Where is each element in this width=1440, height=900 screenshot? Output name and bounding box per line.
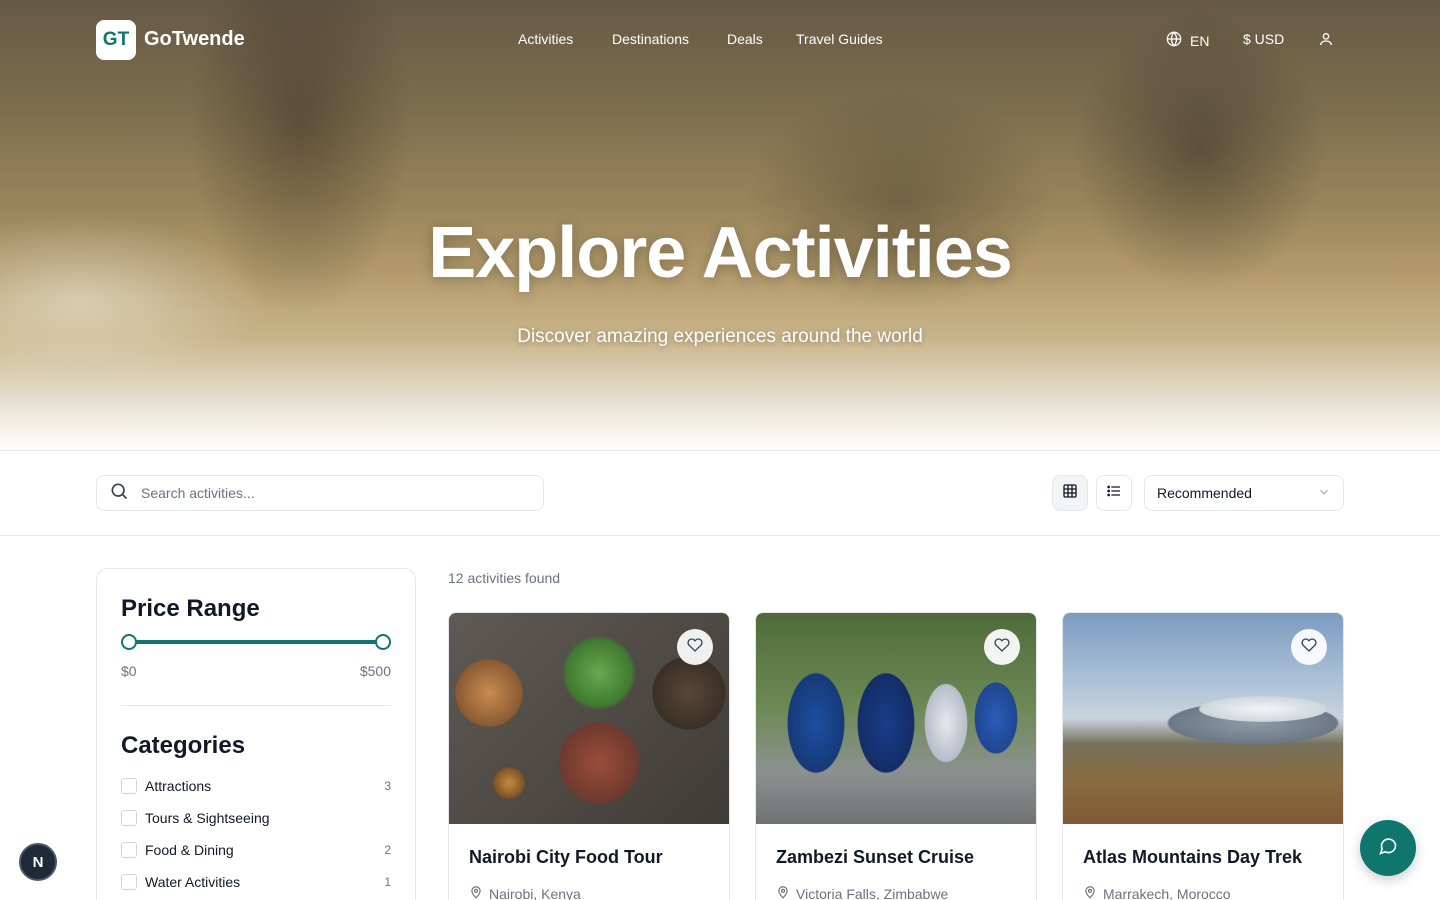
map-pin-icon [469,885,483,900]
category-checkbox[interactable] [121,778,137,794]
grid-view-icon [1062,483,1078,504]
category-item[interactable]: Water Activities 1 [121,872,391,892]
favorite-button[interactable] [677,629,713,665]
price-range-heading: Price Range [121,595,260,622]
location-text: Victoria Falls, Zimbabwe [796,885,949,900]
sort-value: Recommended [1157,485,1252,501]
list-view-button[interactable] [1096,475,1132,511]
globe-icon [1166,31,1182,50]
activity-card[interactable]: Atlas Mountains Day Trek Marrakech, Moro… [1062,612,1344,900]
activity-title: Atlas Mountains Day Trek [1083,847,1303,867]
activity-location: Nairobi, Kenya [469,885,581,900]
nav-link-activities[interactable]: Activities [518,31,573,47]
category-label: Attractions [145,778,212,794]
chevron-down-icon [1317,485,1331,502]
user-icon [1318,31,1334,50]
heart-icon [994,637,1010,658]
filter-divider [121,705,391,706]
category-label: Water Activities [145,874,241,890]
activity-location: Marrakech, Morocco [1083,885,1231,900]
heart-icon [1301,637,1317,658]
results-count: 12 activities found [448,570,561,586]
currency-selector[interactable]: $ USD [1243,31,1284,47]
hero-title: Explore Activities [428,213,1013,293]
map-pin-icon [776,885,790,900]
chat-button[interactable] [1360,820,1416,876]
nav-link-deals[interactable]: Deals [727,31,763,47]
activity-card[interactable]: Nairobi City Food Tour Nairobi, Kenya [448,612,730,900]
activity-title: Nairobi City Food Tour [469,847,663,867]
filters-panel: Price Range $0 $500 Categories Attractio… [96,568,416,900]
category-label: Food & Dining [145,842,234,858]
category-item[interactable]: Attractions 3 [121,776,391,796]
activity-card[interactable]: Zambezi Sunset Cruise Victoria Falls, Zi… [755,612,1037,900]
account-button[interactable] [1318,31,1334,50]
search-icon [109,481,129,506]
heart-icon [687,637,703,658]
activity-image [449,613,729,824]
activity-image [756,613,1036,824]
grid-view-button[interactable] [1052,475,1088,511]
map-pin-icon [1083,885,1097,900]
category-item[interactable]: Food & Dining 2 [121,840,391,860]
language-label: EN [1190,32,1210,49]
search-toolbar: Recommended [0,450,1440,536]
category-count: 2 [384,843,391,857]
favorite-button[interactable] [1291,629,1327,665]
brand-name[interactable]: GoTwende [144,28,245,51]
category-item[interactable]: Tours & Sightseeing [121,808,391,828]
favorite-button[interactable] [984,629,1020,665]
price-max-label: $500 [359,663,391,679]
search-input[interactable] [141,485,521,501]
chat-icon [1378,836,1398,861]
category-count: 3 [384,779,391,793]
price-slider-min-handle[interactable] [121,634,137,650]
list-view-icon [1106,483,1122,504]
category-label: Tours & Sightseeing [145,810,270,826]
categories-heading: Categories [121,732,246,759]
nav-link-travel-guides[interactable]: Travel Guides [796,31,883,47]
dev-tools-badge[interactable]: N [19,843,57,881]
category-checkbox[interactable] [121,874,137,890]
category-count: 1 [384,875,391,889]
category-checkbox[interactable] [121,810,137,826]
activity-image [1063,613,1343,824]
location-text: Marrakech, Morocco [1103,885,1231,900]
category-checkbox[interactable] [121,842,137,858]
nav-link-destinations[interactable]: Destinations [612,31,689,47]
location-text: Nairobi, Kenya [489,885,581,900]
hero-subtitle: Discover amazing experiences around the … [517,326,923,347]
price-slider-track[interactable] [129,640,383,644]
activity-title: Zambezi Sunset Cruise [776,847,975,867]
top-navigation: GT GoTwende Activities Destinations Deal… [0,0,1440,80]
logo-mark[interactable]: GT [96,20,136,60]
price-slider-max-handle[interactable] [375,634,391,650]
sort-select[interactable]: Recommended [1144,475,1344,511]
activity-location: Victoria Falls, Zimbabwe [776,885,948,900]
language-selector[interactable]: EN [1166,31,1209,50]
search-box[interactable] [96,475,544,511]
price-min-label: $0 [121,663,137,679]
